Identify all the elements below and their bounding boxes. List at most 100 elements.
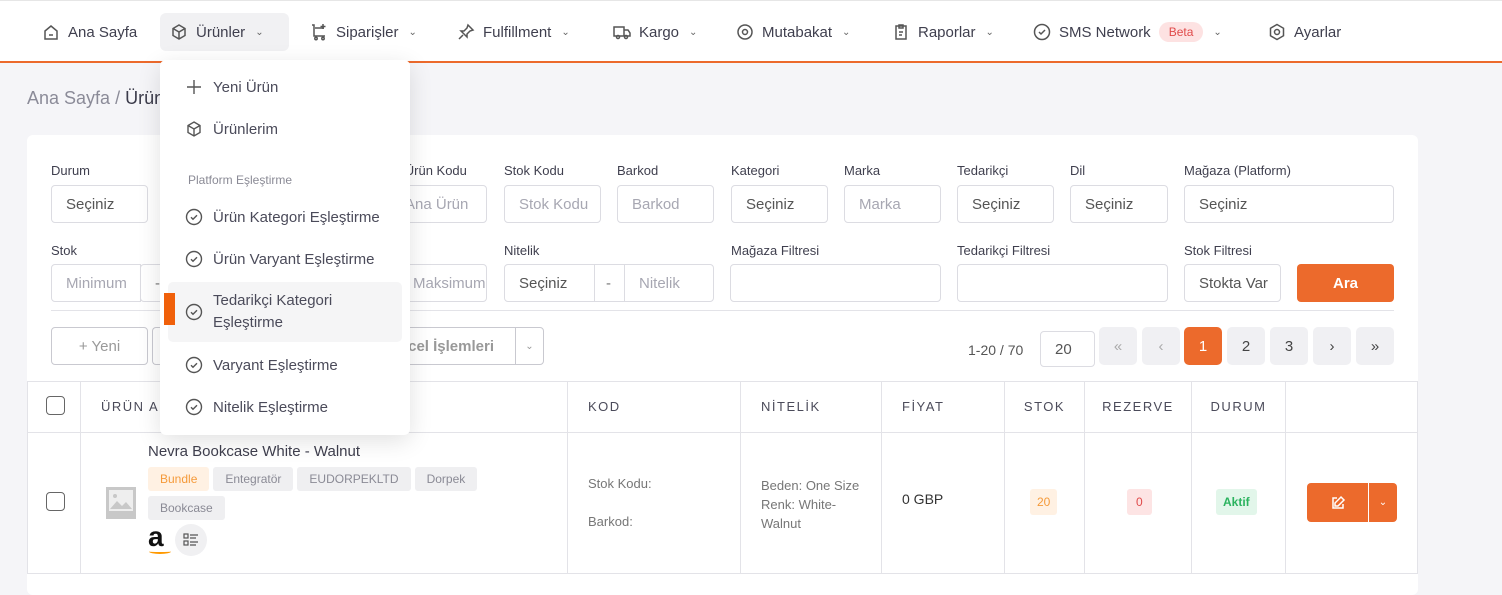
- price-cell: 0 GBP: [882, 432, 1005, 573]
- breadcrumb-home[interactable]: Ana Sayfa: [27, 88, 110, 108]
- tag: Dorpek: [414, 467, 478, 491]
- header-attribute[interactable]: NİTELİK: [741, 381, 882, 432]
- nav-label: Siparişler: [336, 23, 399, 41]
- box-icon: [187, 121, 201, 137]
- nav-home[interactable]: Ana Sayfa: [32, 13, 147, 51]
- nav-cargo[interactable]: Kargo ⌄: [603, 13, 707, 51]
- nav-reports[interactable]: Raporlar ⌄: [882, 13, 1004, 51]
- stock-min-input[interactable]: Minimum: [51, 264, 141, 302]
- cart-icon: [312, 24, 326, 41]
- barcode-input[interactable]: Barkod: [617, 185, 714, 223]
- store-filter-select[interactable]: [730, 264, 941, 302]
- hexagon-gear-icon: [1269, 23, 1285, 41]
- check-circle-icon: [1033, 23, 1051, 41]
- supplier-select[interactable]: Seçiniz: [957, 185, 1054, 223]
- excel-dropdown-toggle[interactable]: ⌄: [515, 327, 544, 365]
- chevron-down-icon: ⌄: [408, 26, 417, 38]
- status-select[interactable]: Seçiniz: [51, 185, 148, 223]
- nav-label: Ürünler: [196, 23, 246, 41]
- menu-item-new-product[interactable]: Yeni Ürün: [160, 77, 410, 97]
- check-circle-icon: [185, 250, 203, 268]
- brand-input[interactable]: Marka: [844, 185, 941, 223]
- nav-label: Mutabakat: [762, 23, 833, 41]
- tag-bundle: Bundle: [148, 467, 210, 491]
- truck-icon: [613, 26, 631, 40]
- edit-button[interactable]: [1307, 483, 1368, 522]
- top-navbar: Ana Sayfa Ürünler ⌄ Siparişler ⌄ Fulfillme…: [0, 0, 1502, 63]
- menu-item-attribute-mapping[interactable]: Nitelik Eşleştirme: [160, 397, 410, 417]
- menu-item-product-category-mapping[interactable]: Ürün Kategori Eşleştirme: [160, 207, 410, 227]
- nav-sms-network[interactable]: SMS Network Beta ⌄: [1023, 13, 1232, 51]
- nav-products[interactable]: Ürünler ⌄: [160, 13, 289, 51]
- settings-eye-icon: [737, 24, 753, 40]
- attribute-cell: Beden: One Size Renk: White-Walnut: [741, 432, 882, 573]
- supplier-filter-select[interactable]: [957, 264, 1168, 302]
- header-stock[interactable]: STOK: [1005, 381, 1085, 432]
- stock-code-label: Stok Kodu:: [588, 476, 652, 491]
- filter-label: Stok: [51, 243, 78, 258]
- nav-label: Ayarlar: [1294, 23, 1342, 41]
- per-page-input[interactable]: 20: [1040, 331, 1095, 367]
- stock-badge: 20: [1030, 489, 1058, 515]
- nav-label: SMS Network: [1059, 23, 1151, 41]
- stock-code-input[interactable]: Stok Kodu: [504, 185, 601, 223]
- language-select[interactable]: Seçiniz: [1070, 185, 1168, 223]
- first-page-button[interactable]: «: [1099, 327, 1137, 365]
- header-price[interactable]: FİYAT: [882, 381, 1005, 432]
- store-platform-select[interactable]: Seçiniz: [1184, 185, 1394, 223]
- header-select: [27, 381, 81, 432]
- menu-label: Yeni Ürün: [213, 78, 279, 96]
- prev-page-button[interactable]: ‹: [1142, 327, 1180, 365]
- menu-label: Tedarikçi Kategori Eşleştirme: [213, 292, 333, 331]
- nav-label: Fulfillment: [483, 23, 552, 41]
- filter-label: Tedarikçi Filtresi: [957, 243, 1051, 258]
- pagination-range: 1-20 / 70: [968, 342, 1024, 358]
- menu-item-variant-mapping[interactable]: Varyant Eşleştirme: [160, 355, 410, 375]
- home-icon: [44, 25, 58, 40]
- page-button[interactable]: 3: [1270, 327, 1308, 365]
- next-page-button[interactable]: ›: [1313, 327, 1351, 365]
- list-details-icon[interactable]: [175, 524, 207, 556]
- pin-icon: [458, 23, 475, 40]
- chevron-down-icon: ⌄: [561, 26, 570, 38]
- menu-item-my-products[interactable]: Ürünlerim: [160, 119, 410, 139]
- page-button[interactable]: 1: [1184, 327, 1222, 365]
- nav-settings[interactable]: Ayarlar: [1258, 13, 1351, 51]
- last-page-button[interactable]: »: [1356, 327, 1394, 365]
- header-status[interactable]: DURUM: [1192, 381, 1286, 432]
- stock-cell: 20: [1005, 432, 1085, 573]
- header-code[interactable]: KOD: [568, 381, 741, 432]
- chevron-down-icon: ⌄: [1213, 26, 1222, 38]
- row-checkbox[interactable]: [46, 492, 65, 511]
- category-select[interactable]: Seçiniz: [731, 185, 828, 223]
- attribute-value-input[interactable]: Nitelik: [624, 264, 714, 302]
- attribute-select[interactable]: Seçiniz: [504, 264, 595, 302]
- filter-label: Mağaza Filtresi: [731, 243, 820, 258]
- stock-filter-select[interactable]: Stokta Var: [1184, 264, 1281, 302]
- menu-item-product-variant-mapping[interactable]: Ürün Varyant Eşleştirme: [160, 249, 410, 269]
- menu-label: Nitelik Eşleştirme: [213, 398, 329, 416]
- filter-label: Mağaza (Platform): [1184, 163, 1291, 178]
- page-button[interactable]: 2: [1227, 327, 1265, 365]
- filter-label: Tedarikçi: [957, 163, 1009, 178]
- menu-section-title: Platform Eşleştirme: [188, 173, 293, 187]
- reserve-badge: 0: [1127, 489, 1152, 515]
- price-value: 0 GBP: [902, 491, 944, 507]
- nav-fulfillment[interactable]: Fulfillment ⌄: [447, 13, 580, 51]
- new-button[interactable]: + Yeni: [51, 327, 148, 365]
- search-button[interactable]: Ara: [1297, 264, 1394, 302]
- nav-orders[interactable]: Siparişler ⌄: [300, 13, 427, 51]
- breadcrumb-separator: /: [115, 88, 121, 108]
- actions-cell: ⌄: [1286, 432, 1418, 573]
- select-all-checkbox[interactable]: [46, 396, 65, 415]
- filter-label: Kategori: [731, 163, 780, 178]
- nav-reconciliation[interactable]: Mutabakat ⌄: [726, 13, 860, 51]
- actions-dropdown-toggle[interactable]: ⌄: [1369, 483, 1397, 522]
- tag: Bookcase: [148, 496, 225, 520]
- check-circle-icon: [185, 208, 203, 226]
- header-reserve[interactable]: REZERVE: [1085, 381, 1192, 432]
- reserve-cell: 0: [1085, 432, 1192, 573]
- menu-item-supplier-category-mapping[interactable]: Tedarikçi Kategori Eşleştirme: [160, 289, 410, 335]
- row-select-cell: [27, 432, 81, 573]
- product-name-link[interactable]: Nevra Bookcase White - Walnut: [148, 443, 360, 460]
